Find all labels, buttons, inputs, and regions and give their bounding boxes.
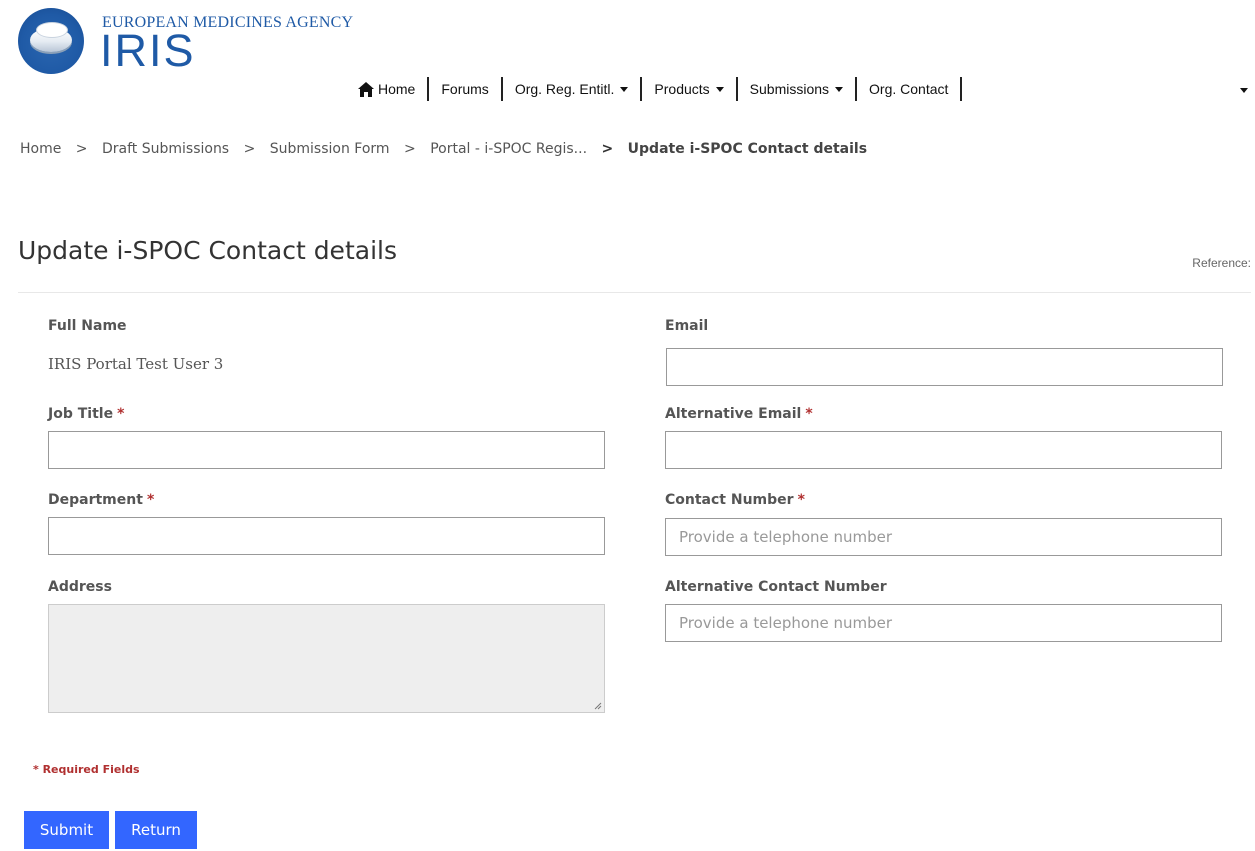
nav-submissions-label: Submissions (749, 81, 830, 97)
email-input[interactable] (666, 348, 1223, 386)
nav-submissions[interactable]: Submissions (738, 81, 855, 97)
nav-org-contact-label: Org. Contact (869, 81, 949, 97)
required-marker: * (117, 406, 125, 422)
nav-products[interactable]: Products (642, 81, 735, 97)
alternative-email-input[interactable] (665, 431, 1222, 469)
alternative-email-label: Alternative Email * (665, 406, 813, 422)
logo-emblem-icon (18, 8, 84, 74)
contact-number-label: Contact Number * (665, 492, 805, 508)
breadcrumb-current: Update i-SPOC Contact details (627, 141, 868, 157)
main-nav: Home Forums Org. Reg. Entitl. Products S… (346, 76, 963, 102)
ema-logo[interactable]: EUROPEAN MEDICINES AGENCY IRIS (18, 6, 358, 76)
submit-button[interactable]: Submit (24, 811, 109, 849)
required-marker: * (146, 492, 155, 508)
breadcrumb: Home > Draft Submissions > Submission Fo… (20, 141, 867, 157)
nav-home[interactable]: Home (346, 81, 427, 97)
breadcrumb-link-home[interactable]: Home (20, 141, 61, 157)
job-title-input[interactable] (48, 431, 605, 469)
required-marker: * (805, 406, 813, 422)
required-fields-note: * Required Fields (33, 763, 140, 776)
breadcrumb-link-draft-submissions[interactable]: Draft Submissions (102, 141, 229, 157)
nav-products-label: Products (654, 81, 710, 97)
chevron-down-icon (835, 86, 844, 92)
nav-org-contact[interactable]: Org. Contact (857, 81, 960, 97)
breadcrumb-separator: > (75, 141, 88, 157)
full-name-label: Full Name (48, 318, 127, 334)
address-textarea[interactable] (48, 604, 605, 713)
contact-number-input[interactable] (665, 518, 1222, 556)
chevron-down-icon (620, 86, 629, 92)
full-name-value: IRIS Portal Test User 3 (48, 355, 224, 373)
address-label: Address (48, 579, 112, 595)
nav-home-label: Home (378, 81, 416, 97)
nav-org-reg-entitl-label: Org. Reg. Entitl. (514, 81, 615, 97)
email-label: Email (665, 318, 709, 334)
return-button[interactable]: Return (115, 811, 197, 849)
alternative-contact-number-input[interactable] (665, 604, 1222, 642)
breadcrumb-separator: > (243, 141, 256, 157)
nav-divider (960, 77, 963, 101)
nav-org-reg-entitl[interactable]: Org. Reg. Entitl. (503, 81, 641, 97)
title-divider (18, 292, 1251, 293)
breadcrumb-link-submission-form[interactable]: Submission Form (270, 141, 390, 157)
home-icon (358, 81, 374, 97)
nav-forums[interactable]: Forums (429, 81, 500, 97)
required-marker: * (797, 492, 805, 508)
page-title: Update i-SPOC Contact details (18, 236, 397, 265)
product-name: IRIS (100, 25, 196, 76)
breadcrumb-link-portal[interactable]: Portal - i-SPOC Regis... (430, 141, 587, 157)
nav-forums-label: Forums (441, 81, 489, 97)
resize-handle-icon[interactable] (594, 702, 602, 710)
user-menu-chevron-down-icon[interactable] (1240, 88, 1248, 93)
breadcrumb-separator: > (601, 141, 614, 157)
reference-label: Reference: (1192, 256, 1251, 270)
department-input[interactable] (48, 517, 605, 555)
department-label: Department * (48, 492, 155, 508)
chevron-down-icon (715, 86, 724, 92)
breadcrumb-separator: > (404, 141, 416, 157)
job-title-label: Job Title * (48, 406, 125, 422)
alternative-contact-number-label: Alternative Contact Number (665, 579, 887, 595)
